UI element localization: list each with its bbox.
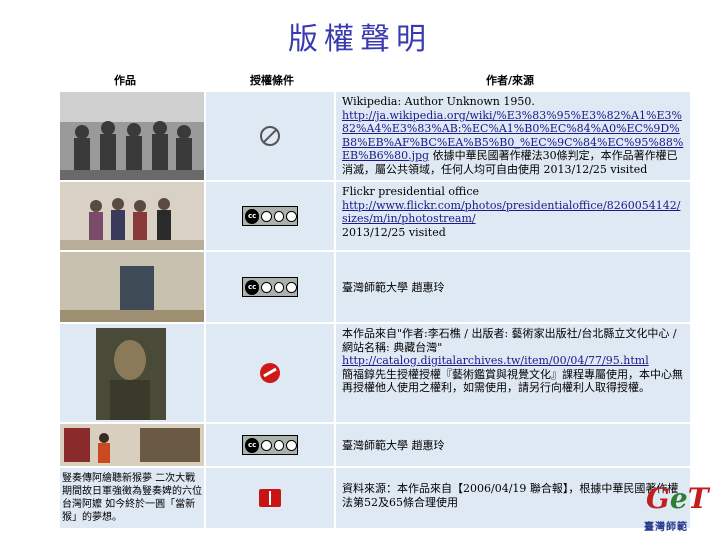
page-title: 版權聲明 (288, 22, 432, 57)
header-work: 作品 (114, 74, 136, 87)
author-text: 臺灣師範大學 趙惠玲 (342, 280, 445, 294)
table-row: cc Flickr presidential office http://www… (60, 182, 690, 252)
work-thumbnail (60, 182, 204, 250)
license-cell: cc (206, 252, 334, 322)
table-row: Wikipedia: Author Unknown 1950. http://j… (60, 92, 690, 182)
cc-by-nc-sa-icon: cc (242, 435, 298, 455)
license-cell (206, 324, 334, 422)
get-logo: GeT 臺灣師範 (644, 482, 709, 533)
author-text: 資料來源：本作品來自【2006/04/19 聯合報】，根據中華民國著作權法第52… (342, 482, 679, 509)
source-link[interactable]: http://www.flickr.com/photos/presidentia… (342, 199, 680, 226)
author-cell: Flickr presidential office http://www.fl… (336, 182, 690, 250)
copyright-table: Wikipedia: Author Unknown 1950. http://j… (60, 92, 690, 532)
header-author: 作者/來源 (485, 74, 535, 87)
work-thumbnail (60, 424, 204, 466)
cc-by-nc-sa-icon: cc (242, 277, 298, 297)
table-row: cc 臺灣師範大學 趙惠玲 (60, 252, 690, 324)
public-domain-icon (260, 126, 280, 146)
author-text: Flickr presidential office (342, 185, 479, 198)
work-thumbnail (60, 92, 204, 180)
work-description: 豎奏傳阿繪聽新猴夢 二次大戰期間故日軍強徵為豎奏婢的六位台灣阿嬤 如今終於一圓「… (62, 473, 202, 523)
author-cell: 本作品來自"作者:李石樵 / 出版者: 藝術家出版社/台北縣立文化中心 / 網站… (336, 324, 690, 422)
work-thumbnail (60, 252, 204, 322)
author-text: 本作品來自"作者:李石樵 / 出版者: 藝術家出版社/台北縣立文化中心 / 網站… (342, 327, 677, 354)
author-text: Wikipedia: Author Unknown 1950. (342, 95, 535, 108)
author-text: 2013/12/25 visited (342, 225, 446, 239)
author-cell: 臺灣師範大學 趙惠玲 (336, 252, 690, 322)
header-license: 授權條件 (250, 74, 294, 87)
license-cell: cc (206, 182, 334, 250)
author-cell: Wikipedia: Author Unknown 1950. http://j… (336, 92, 690, 180)
license-cell (206, 92, 334, 180)
work-thumbnail (60, 324, 204, 422)
table-row: 本作品來自"作者:李石樵 / 出版者: 藝術家出版社/台北縣立文化中心 / 網站… (60, 324, 690, 424)
author-cell: 臺灣師範大學 趙惠玲 (336, 424, 690, 466)
author-text: 臺灣師範大學 趙惠玲 (342, 438, 445, 452)
author-text: 簡福錞先生授權授權『藝術鑑賞與視覺文化』課程專屬使用，本中心無再授權他人使用之權… (342, 367, 683, 395)
license-cell: cc (206, 424, 334, 466)
source-link[interactable]: http://catalog.digitalarchives.tw/item/0… (342, 354, 649, 367)
news-source-icon (259, 489, 281, 507)
work-text-cell: 豎奏傳阿繪聽新猴夢 二次大戰期間故日軍強徵為豎奏婢的六位台灣阿嬤 如今終於一圓「… (60, 468, 204, 528)
restricted-icon (260, 363, 280, 383)
license-cell (206, 468, 334, 528)
cc-by-nc-sa-icon: cc (242, 206, 298, 226)
table-row: 豎奏傳阿繪聽新猴夢 二次大戰期間故日軍強徵為豎奏婢的六位台灣阿嬤 如今終於一圓「… (60, 468, 690, 530)
table-row: cc 臺灣師範大學 趙惠玲 (60, 424, 690, 468)
logo-org-text: 臺灣師範 (644, 522, 688, 533)
